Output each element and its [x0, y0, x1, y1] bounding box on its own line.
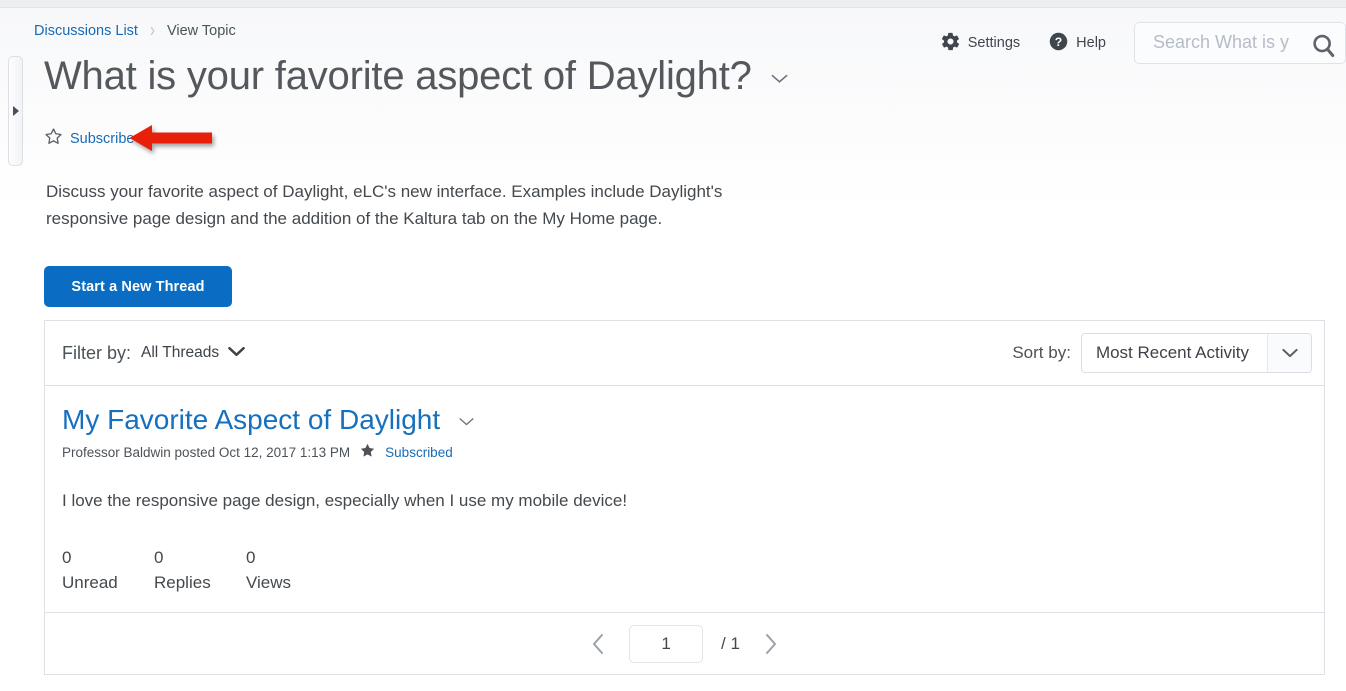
page-total-label: / 1 [721, 634, 740, 654]
help-label: Help [1076, 35, 1106, 51]
thread-stats: 0 Unread 0 Replies 0 Views [62, 545, 1324, 595]
topic-actions-chevron-down-icon[interactable] [770, 72, 789, 90]
subscribe-button[interactable]: Subscribe [44, 127, 134, 151]
thread-title-link[interactable]: My Favorite Aspect of Daylight [62, 404, 440, 436]
star-filled-icon[interactable] [359, 442, 376, 462]
stat-unread: 0 Unread [62, 545, 154, 595]
start-new-thread-button[interactable]: Start a New Thread [44, 266, 232, 307]
breadcrumb-discussions-list-link[interactable]: Discussions List [34, 23, 138, 39]
stat-replies: 0 Replies [154, 545, 246, 595]
stat-views-label: Views [246, 570, 338, 595]
chevron-right-icon[interactable] [758, 629, 783, 659]
breadcrumb-current: View Topic [167, 23, 236, 39]
stat-replies-value: 0 [154, 545, 246, 570]
question-circle-icon: ? [1048, 31, 1069, 56]
top-navbar-strip [0, 0, 1346, 8]
thread-author-date: Professor Baldwin posted Oct 12, 2017 1:… [62, 445, 350, 460]
topic-title-row: What is your favorite aspect of Daylight… [44, 54, 789, 99]
magnifier-icon[interactable] [1309, 31, 1339, 64]
stat-unread-value: 0 [62, 545, 154, 570]
sort-value: Most Recent Activity [1082, 334, 1267, 372]
page-title: What is your favorite aspect of Daylight… [44, 54, 752, 99]
stat-replies-label: Replies [154, 570, 246, 595]
filter-group: Filter by: All Threads [62, 343, 245, 364]
svg-text:?: ? [1055, 34, 1062, 48]
red-arrow-left-icon [128, 121, 214, 160]
star-outline-icon [44, 127, 63, 151]
page-number-input[interactable] [629, 625, 703, 663]
thread-title-row: My Favorite Aspect of Daylight [62, 404, 1324, 436]
sort-dropdown[interactable]: Most Recent Activity [1081, 333, 1312, 373]
thread-actions-chevron-down-icon[interactable] [458, 414, 475, 432]
filter-value: All Threads [141, 344, 219, 362]
page-container: Discussions List › View Topic Settings ?… [0, 8, 1346, 691]
filter-dropdown[interactable]: All Threads [141, 344, 245, 362]
settings-button[interactable]: Settings [940, 31, 1020, 56]
topic-description: Discuss your favorite aspect of Daylight… [46, 178, 786, 232]
thread-byline: Professor Baldwin posted Oct 12, 2017 1:… [62, 442, 1324, 462]
header-tools: Settings ? Help Search What is y [940, 20, 1346, 66]
gear-icon [940, 31, 961, 56]
sort-by-label: Sort by: [1012, 343, 1071, 363]
search-box[interactable]: Search What is y [1134, 22, 1346, 64]
filter-by-label: Filter by: [62, 343, 131, 364]
sort-chevron-down-icon[interactable] [1267, 334, 1311, 372]
stat-views-value: 0 [246, 545, 338, 570]
pagination: / 1 [45, 613, 1324, 675]
breadcrumb-separator-icon: › [150, 19, 155, 42]
stat-unread-label: Unread [62, 570, 154, 595]
filter-chevron-down-icon [228, 344, 245, 362]
help-button[interactable]: ? Help [1048, 31, 1106, 56]
chevron-left-icon[interactable] [586, 629, 611, 659]
sort-group: Sort by: Most Recent Activity [1012, 333, 1312, 373]
subscribed-label[interactable]: Subscribed [385, 445, 453, 460]
search-placeholder: Search What is y [1153, 32, 1289, 53]
thread-row: My Favorite Aspect of Daylight Professor… [45, 386, 1324, 613]
stat-views: 0 Views [246, 545, 338, 595]
settings-label: Settings [968, 35, 1020, 51]
subscribe-label: Subscribe [70, 131, 134, 147]
triangle-right-icon [13, 106, 19, 116]
filter-sort-bar: Filter by: All Threads Sort by: Most Rec… [45, 321, 1324, 386]
breadcrumb: Discussions List › View Topic [34, 22, 236, 39]
threads-card: Filter by: All Threads Sort by: Most Rec… [44, 320, 1325, 675]
sidebar-collapse-handle[interactable] [8, 56, 23, 166]
thread-body: I love the responsive page design, espec… [62, 491, 1324, 511]
